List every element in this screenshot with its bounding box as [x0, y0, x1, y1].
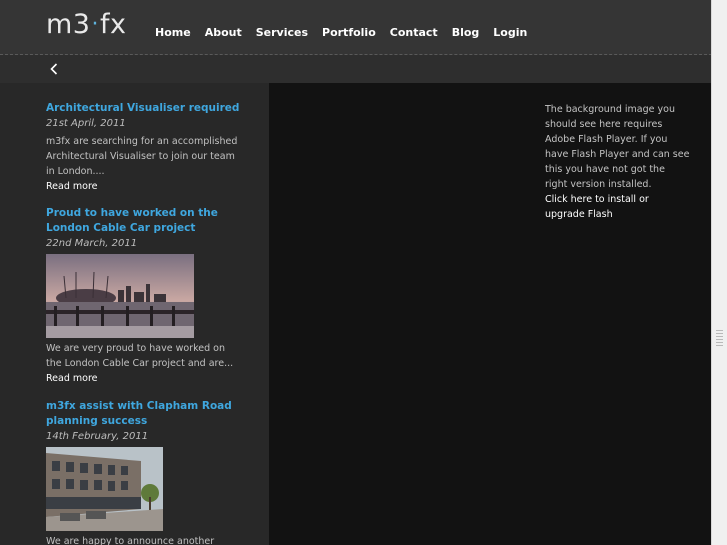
nav-services[interactable]: Services	[256, 26, 308, 39]
news-post: Architectural Visualiser required 21st A…	[46, 101, 241, 194]
london-cable-car-photo[interactable]	[46, 254, 194, 338]
main-menu: Home About Services Portfolio Contact Bl…	[155, 26, 541, 39]
flash-message: The background image you should see here…	[545, 104, 690, 190]
top-navigation-bar: m3·fx Home About Services Portfolio Cont…	[0, 0, 727, 55]
post-title[interactable]: Proud to have worked on the London Cable…	[46, 206, 241, 236]
sub-bar	[0, 55, 727, 83]
post-excerpt: m3fx are searching for an accomplished A…	[46, 136, 238, 177]
nav-contact[interactable]: Contact	[390, 26, 438, 39]
read-more-link[interactable]: Read more	[46, 371, 241, 386]
news-post: m3fx assist with Clapham Road planning s…	[46, 399, 241, 545]
nav-portfolio[interactable]: Portfolio	[322, 26, 376, 39]
post-title[interactable]: m3fx assist with Clapham Road planning s…	[46, 399, 241, 429]
scrollbar-grip[interactable]	[716, 330, 723, 348]
logo-dot: ·	[91, 12, 99, 37]
nav-blog[interactable]: Blog	[452, 26, 480, 39]
post-date: 14th February, 2011	[46, 431, 149, 442]
install-flash-link[interactable]: Click here to install or upgrade Flash	[545, 192, 690, 222]
clapham-road-photo[interactable]	[46, 447, 163, 531]
post-date: 22nd March, 2011	[46, 238, 138, 249]
vertical-scrollbar[interactable]	[711, 0, 727, 545]
news-post: Proud to have worked on the London Cable…	[46, 206, 241, 386]
m3fx-logo[interactable]: m3·fx	[46, 10, 126, 40]
logo-text-left: m3	[46, 9, 91, 40]
flash-player-notice: The background image you should see here…	[545, 102, 690, 222]
chevron-left-icon[interactable]	[49, 63, 59, 75]
nav-about[interactable]: About	[205, 26, 242, 39]
news-sidebar: Architectural Visualiser required 21st A…	[0, 83, 269, 545]
nav-home[interactable]: Home	[155, 26, 191, 39]
read-more-link[interactable]: Read more	[46, 179, 241, 194]
post-title[interactable]: Architectural Visualiser required	[46, 101, 241, 116]
nav-login[interactable]: Login	[493, 26, 527, 39]
logo-text-right: fx	[99, 9, 127, 40]
post-date: 21st April, 2011	[46, 118, 126, 129]
post-excerpt: We are very proud to have worked on the …	[46, 343, 234, 369]
post-excerpt: We are happy to announce another	[46, 536, 215, 545]
